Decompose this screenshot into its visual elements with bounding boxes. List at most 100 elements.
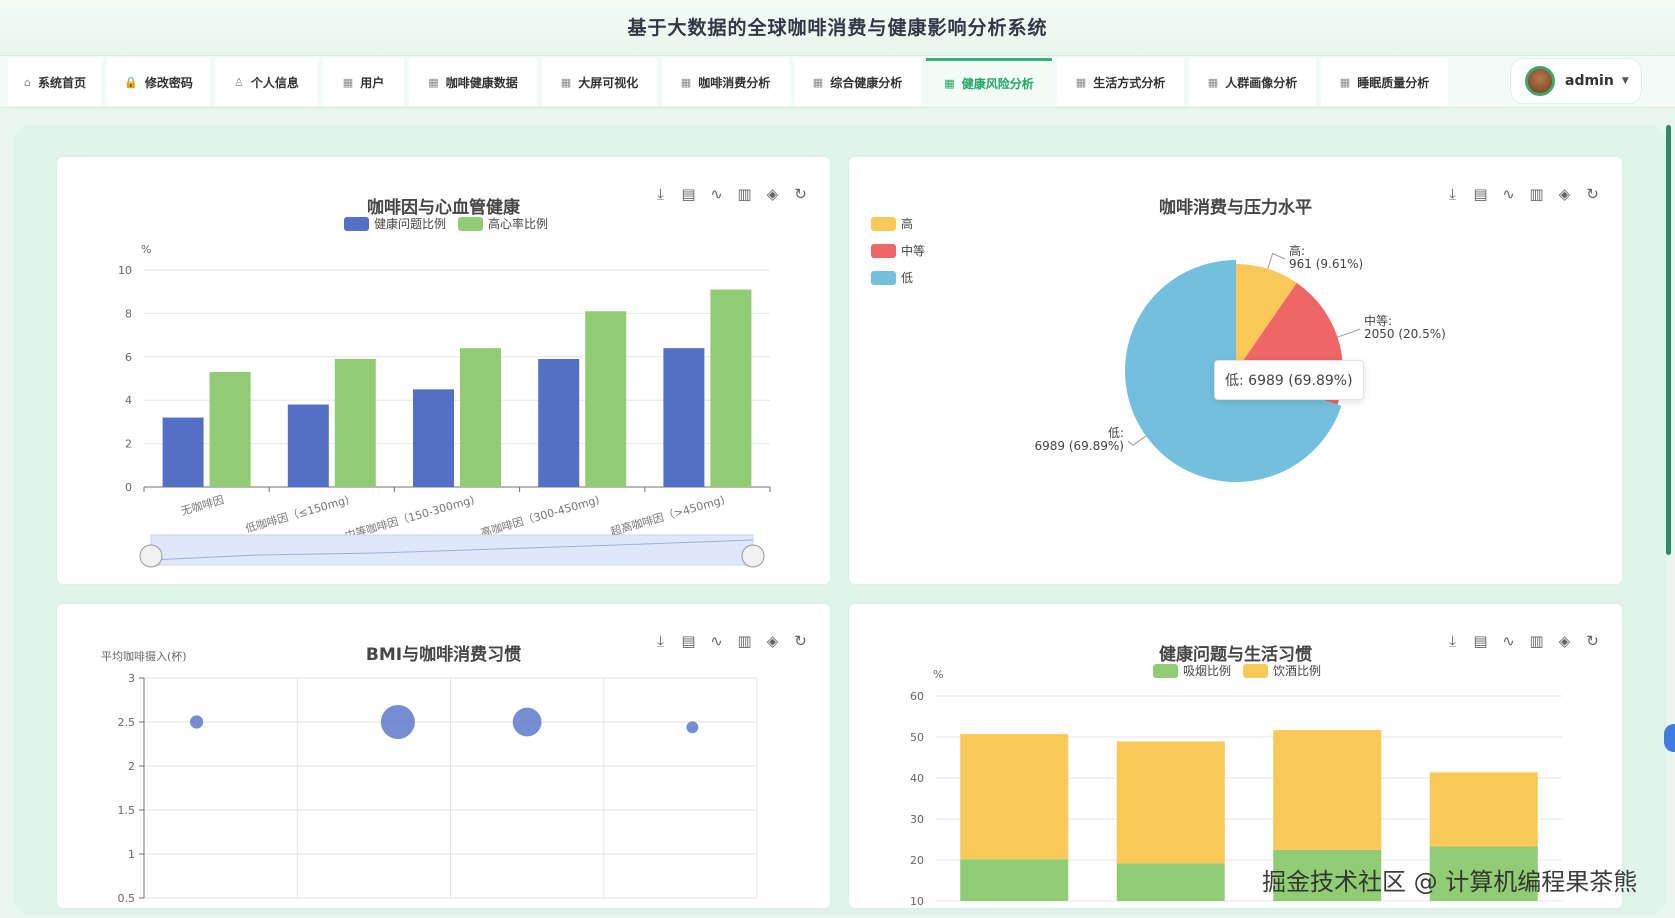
scatter-point xyxy=(380,705,415,739)
chart-tooltip: 低: 6989 (69.89%) xyxy=(1214,360,1364,400)
pie-slice-value: 961 (9.61%) xyxy=(1289,257,1363,271)
bar xyxy=(538,358,580,487)
grid-icon: ▦ xyxy=(680,75,692,89)
pie-slice-name: 低: xyxy=(1108,426,1124,440)
grid-icon: ▦ xyxy=(1339,75,1351,89)
app-title: 基于大数据的全球咖啡消费与健康影响分析系统 xyxy=(627,17,1048,39)
pie-slice-name: 中等: xyxy=(1364,313,1392,328)
grid-icon: ▦ xyxy=(342,75,354,89)
nav-tab-persona[interactable]: ▦ 人群画像分析 xyxy=(1189,58,1316,106)
x-tick-label: 低咖啡因（≤150mg) xyxy=(244,492,351,535)
y-tick-label: 2.5 xyxy=(118,716,136,729)
bar xyxy=(710,289,752,487)
bar xyxy=(585,311,627,487)
nav-tab-lifestyle[interactable]: ▦ 生活方式分析 xyxy=(1057,58,1184,106)
nav-tab-label: 个人信息 xyxy=(250,75,299,90)
y-tick-label: 6 xyxy=(125,351,132,364)
user-name: admin xyxy=(1565,73,1614,89)
nav-tab-overall-health[interactable]: ▦ 综合健康分析 xyxy=(794,58,921,106)
bar xyxy=(287,404,329,487)
y-tick-label: 0.5 xyxy=(118,892,136,905)
user-menu[interactable]: admin ▼ xyxy=(1510,58,1642,104)
side-float-button[interactable] xyxy=(1664,724,1675,752)
stacked-bar-segment xyxy=(960,859,1069,901)
grid-icon: ▦ xyxy=(1075,75,1087,89)
bar xyxy=(460,348,501,487)
avatar xyxy=(1525,66,1555,96)
y-tick-label: 1.5 xyxy=(118,804,136,817)
chart-card-coffee-stress: 咖啡消费与压力水平 ⤓ ▤ ∿ ▥ ◈ ↻ 高 中等 低 高: 961 (9.61… xyxy=(849,157,1622,584)
scatter-point xyxy=(686,721,699,734)
nav-tab-sleep-quality[interactable]: ▦ 睡眠质量分析 xyxy=(1321,58,1448,106)
nav-tab-label: 用户 xyxy=(360,75,385,90)
pie-slice-value: 6989 (69.89%) xyxy=(1035,439,1124,453)
nav-tab-coffee-consumption[interactable]: ▦ 咖啡消费分析 xyxy=(662,58,789,106)
y-tick-label: 8 xyxy=(125,307,132,320)
x-tick-label: 无咖啡因 xyxy=(179,492,225,518)
nav-tab-label: 大屏可视化 xyxy=(578,75,639,90)
lock-icon: 🔒 xyxy=(124,75,138,89)
nav-tab-label: 综合健康分析 xyxy=(830,75,903,90)
stacked-bar-segment xyxy=(1116,863,1225,901)
nav-tab-label: 人群画像分析 xyxy=(1225,75,1298,90)
y-tick-label: 2 xyxy=(128,760,135,773)
y-tick-label: 2 xyxy=(125,438,132,451)
nav-tab-change-password[interactable]: 🔒 修改密码 xyxy=(107,58,210,106)
y-tick-label: 60 xyxy=(910,690,924,703)
nav-tab-users[interactable]: ▦ 用户 xyxy=(323,58,404,106)
bar xyxy=(162,417,204,487)
x-tick-label: 超高咖啡因（>450mg) xyxy=(609,492,726,538)
pie-slice-value: 2050 (20.5%) xyxy=(1364,327,1446,341)
nav-bar: ⌂ 系统首页 🔒 修改密码 ♙ 个人信息 ▦ 用户 ▦ 咖啡健康数据 ▦ 大屏可视化 ▦ 咖啡… xyxy=(0,56,1675,108)
user-icon: ♙ xyxy=(234,75,244,89)
y-tick-label: 0 xyxy=(125,481,132,494)
nav-tab-coffee-health-data[interactable]: ▦ 咖啡健康数据 xyxy=(409,58,537,106)
nav-tab-label: 生活方式分析 xyxy=(1093,75,1166,90)
grid-icon: ▦ xyxy=(428,75,439,89)
y-tick-label: 10 xyxy=(910,895,924,908)
bar xyxy=(663,348,705,487)
pie-label-line xyxy=(1127,435,1147,446)
nav-tab-home[interactable]: ⌂ 系统首页 xyxy=(8,58,102,106)
chart-card-bmi-coffee: BMI与咖啡消费习惯 ⤓ ▤ ∿ ▥ ◈ ↻ 平均咖啡摄入(杯) 0.5 1 1.5 2… xyxy=(57,604,830,908)
nav-tab-label: 咖啡消费分析 xyxy=(698,75,771,90)
bar xyxy=(209,371,251,487)
y-tick-label: 4 xyxy=(125,394,132,407)
stacked-bar-segment xyxy=(1273,730,1382,850)
stacked-bar-segment xyxy=(1116,741,1225,864)
y-tick-label: 50 xyxy=(910,731,924,744)
scatter-chart: 平均咖啡摄入(杯) 0.5 1 1.5 2 2.5 3 xyxy=(101,649,758,905)
nav-tab-big-screen[interactable]: ▦ 大屏可视化 xyxy=(542,58,657,106)
axis-unit-label: % xyxy=(141,243,151,256)
pie-label-line xyxy=(1267,252,1286,269)
y-tick-label: 10 xyxy=(118,264,132,277)
bar-chart: %0246810无咖啡因 低咖啡因（≤150mg)中等咖啡因（150-300mg)… xyxy=(118,243,771,568)
grid-icon: ▦ xyxy=(1207,75,1219,89)
y-tick-label: 3 xyxy=(128,672,135,685)
nav-tab-label: 系统首页 xyxy=(37,75,86,90)
watermark-text: 掘金技术社区 @ 计算机编程果茶熊 xyxy=(1262,868,1638,896)
chart-card-caffeine-cardio: 咖啡因与心血管健康 ⤓ ▤ ∿ ▥ ◈ ↻ 健康问题比例 高心率比例 % 0 2 4 6… xyxy=(57,157,830,584)
nav-tab-health-risk[interactable]: ▦ 健康风险分析 xyxy=(926,58,1052,106)
title-bar: 基于大数据的全球咖啡消费与健康影响分析系统 xyxy=(0,0,1675,56)
nav-tab-label: 睡眠质量分析 xyxy=(1357,75,1430,90)
nav-tab-label: 咖啡健康数据 xyxy=(445,75,518,90)
scatter-point xyxy=(512,707,542,737)
x-tick-label: 高咖啡因（300-450mg) xyxy=(479,492,601,539)
nav-tab-label: 修改密码 xyxy=(144,75,193,90)
bar xyxy=(413,389,454,487)
datazoom-handle-right xyxy=(741,544,765,568)
pie-label-line xyxy=(1337,328,1361,338)
pie-slice-name: 高: xyxy=(1289,243,1305,258)
nav-tab-profile[interactable]: ♙ 个人信息 xyxy=(215,58,318,106)
grid-icon: ▦ xyxy=(560,75,572,89)
y-tick-label: 30 xyxy=(910,813,924,826)
axis-unit-label: % xyxy=(933,668,943,681)
grid-icon: ▦ xyxy=(812,75,824,89)
bar xyxy=(334,358,376,487)
y-tick-label: 40 xyxy=(910,772,924,785)
scrollbar-thumb[interactable] xyxy=(1666,125,1671,555)
stacked-bar-segment xyxy=(960,734,1069,860)
y-tick-label: 20 xyxy=(910,854,924,867)
scatter-point xyxy=(190,715,204,729)
